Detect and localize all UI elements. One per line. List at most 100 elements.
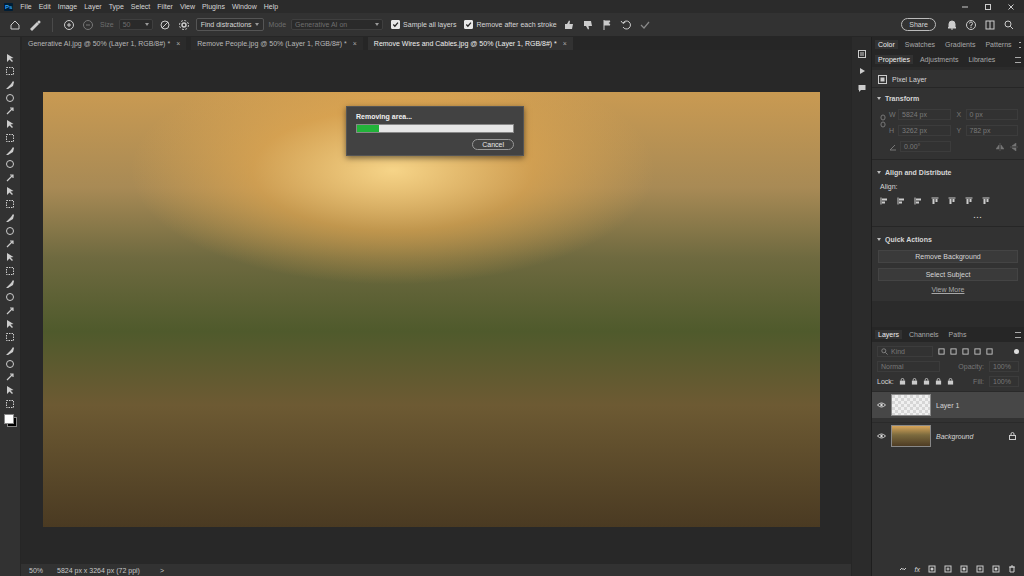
panel-tab[interactable]: Gradients	[942, 40, 978, 49]
checkbox[interactable]	[391, 20, 400, 29]
menu-item[interactable]: Window	[232, 3, 257, 10]
layer-action-icon[interactable]	[944, 565, 952, 573]
checkbox-option[interactable]: Sample all layers	[391, 20, 456, 29]
flag-icon[interactable]	[601, 19, 613, 31]
tool-icon[interactable]	[5, 93, 15, 103]
tool-icon[interactable]	[5, 226, 15, 236]
section-header[interactable]: Align and Distribute	[872, 167, 1024, 178]
menu-item[interactable]: Select	[131, 3, 150, 10]
tool-icon[interactable]	[5, 279, 15, 289]
opacity-field[interactable]: 100%	[989, 361, 1019, 372]
menu-item[interactable]: Type	[109, 3, 124, 10]
tool-icon[interactable]	[5, 239, 15, 249]
checkbox-option[interactable]: Remove after each stroke	[464, 20, 556, 29]
thumbs-up-icon[interactable]	[563, 19, 575, 31]
pressure-icon[interactable]	[159, 19, 171, 31]
filter-toggle-icon[interactable]	[1014, 349, 1019, 354]
tool-icon[interactable]	[5, 186, 15, 196]
tool-icon[interactable]	[5, 319, 15, 329]
menu-item[interactable]: Image	[58, 3, 77, 10]
align-icon[interactable]	[914, 197, 922, 205]
panel-tab[interactable]: Libraries	[965, 55, 998, 64]
menu-item[interactable]: Edit	[39, 3, 51, 10]
panel-tab[interactable]: Swatches	[902, 40, 938, 49]
layer-name[interactable]: Layer 1	[936, 402, 1020, 409]
tool-icon[interactable]	[5, 252, 15, 262]
flip-vertical-icon[interactable]	[1010, 143, 1018, 151]
filter-icon[interactable]	[962, 348, 969, 355]
layer-name[interactable]: Background	[936, 433, 1004, 440]
panel-tab[interactable]: Patterns	[982, 40, 1014, 49]
mode-dropdown[interactable]: Generative AI on	[291, 19, 383, 30]
view-more-link[interactable]: View More	[932, 286, 965, 293]
layer-action-icon[interactable]	[960, 565, 968, 573]
filter-icon[interactable]	[938, 348, 945, 355]
align-icon[interactable]	[931, 197, 939, 205]
filter-kind-dropdown[interactable]: Kind	[877, 346, 933, 357]
app-logo[interactable]: Ps	[4, 3, 13, 11]
filter-icon[interactable]	[974, 348, 981, 355]
foreground-color[interactable]	[4, 414, 14, 424]
undo-icon[interactable]	[620, 19, 632, 31]
menu-item[interactable]: Help	[264, 3, 278, 10]
menu-item[interactable]: Layer	[84, 3, 102, 10]
panel-tab[interactable]: Adjustments	[917, 55, 962, 64]
blend-mode-dropdown[interactable]: Normal	[877, 361, 940, 372]
tool-icon[interactable]	[5, 146, 15, 156]
zoom-level[interactable]: 50%	[29, 567, 43, 574]
layer-action-icon[interactable]	[992, 565, 1000, 573]
brush-subtract-icon[interactable]	[82, 19, 94, 31]
canvas[interactable]: Removing area... Cancel	[21, 50, 851, 564]
tool-icon[interactable]	[5, 306, 15, 316]
menu-item[interactable]: File	[20, 3, 31, 10]
tool-icon[interactable]	[5, 266, 15, 276]
history-icon[interactable]	[857, 49, 867, 59]
section-header[interactable]: Transform	[872, 93, 1024, 104]
tool-icon[interactable]	[5, 173, 15, 183]
close-icon[interactable]	[1006, 2, 1016, 12]
transform-field[interactable]: W 5824 px	[889, 109, 951, 120]
remove-tool-icon[interactable]	[28, 19, 42, 31]
panel-menu-icon[interactable]	[1015, 57, 1021, 63]
quick-action-button[interactable]: Select Subject	[878, 268, 1018, 281]
panel-menu-icon[interactable]	[1019, 42, 1021, 48]
color-swatches[interactable]	[4, 414, 17, 427]
search-icon[interactable]	[1003, 19, 1015, 31]
tool-icon[interactable]	[5, 159, 15, 169]
settings-icon[interactable]	[178, 19, 190, 31]
play-icon[interactable]	[857, 66, 867, 76]
angle-field[interactable]: 0.00°	[889, 141, 951, 152]
tab-close-button[interactable]: ×	[563, 40, 567, 47]
align-icon[interactable]	[982, 197, 990, 205]
tool-icon[interactable]	[5, 385, 15, 395]
document-tab[interactable]: Remove Wires and Cables.jpg @ 50% (Layer…	[368, 37, 573, 50]
lock-option-icon[interactable]	[923, 378, 930, 385]
layer-action-icon[interactable]	[1008, 565, 1016, 573]
tool-icon[interactable]	[5, 106, 15, 116]
tool-icon[interactable]	[5, 399, 15, 409]
tool-icon[interactable]	[5, 332, 15, 342]
panel-tab[interactable]: Properties	[875, 55, 913, 64]
share-button[interactable]: Share	[901, 18, 936, 31]
panel-tab[interactable]: Channels	[906, 330, 942, 339]
status-menu-button[interactable]: >	[160, 567, 164, 574]
document-tab[interactable]: Generative AI.jpg @ 50% (Layer 1, RGB/8#…	[22, 37, 186, 50]
tool-icon[interactable]	[5, 199, 15, 209]
flip-horizontal-icon[interactable]	[996, 143, 1004, 151]
tool-icon[interactable]	[5, 66, 15, 76]
menu-item[interactable]: Filter	[157, 3, 173, 10]
filter-icon[interactable]	[986, 348, 993, 355]
tool-icon[interactable]	[5, 53, 15, 63]
layer-action-icon[interactable]	[976, 565, 984, 573]
visibility-toggle[interactable]	[876, 402, 886, 408]
more-options-button[interactable]: ...	[974, 212, 983, 219]
help-icon[interactable]	[965, 19, 977, 31]
find-distractions-button[interactable]: Find distractions	[196, 18, 264, 31]
link-layers-icon[interactable]	[899, 565, 907, 573]
notifications-icon[interactable]	[946, 19, 958, 31]
checkbox[interactable]	[464, 20, 473, 29]
layer-row[interactable]: Background	[872, 422, 1024, 449]
panel-tab[interactable]: Color	[875, 40, 898, 49]
tool-icon[interactable]	[5, 346, 15, 356]
align-icon[interactable]	[965, 197, 973, 205]
